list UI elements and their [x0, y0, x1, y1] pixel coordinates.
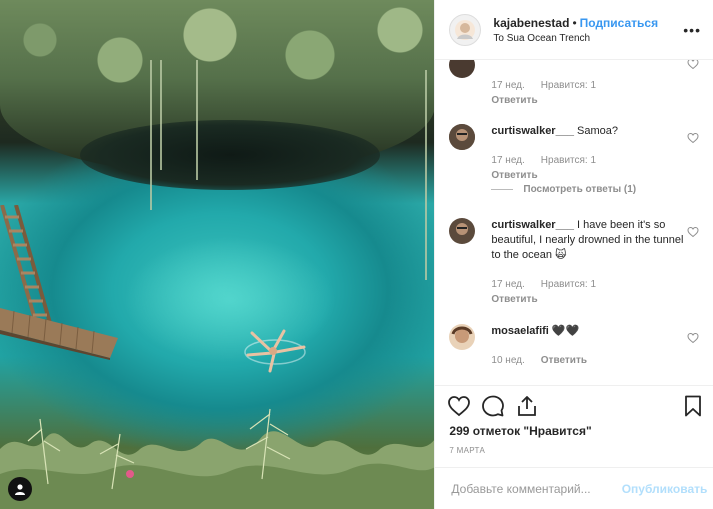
post-header: kajabenestad • Подписаться To Sua Ocean Tr…	[435, 0, 713, 60]
heart-icon[interactable]	[687, 60, 699, 70]
reply-button[interactable]: Ответить	[491, 168, 685, 183]
heart-icon[interactable]	[447, 394, 471, 418]
comment-meta: 17 нед. Нравится: 1	[491, 153, 685, 168]
reply-button[interactable]: Ответить	[491, 292, 685, 307]
comment-body: curtiswalker___ Samoa? 17 нед. Нравится: …	[491, 124, 685, 183]
follow-button[interactable]: Подписаться	[580, 16, 658, 30]
comment-time[interactable]: 17 нед.	[491, 155, 524, 166]
view-replies-label[interactable]: Посмотреть ответы (1)	[523, 184, 636, 195]
comment-username[interactable]: curtiswalker___	[491, 219, 574, 231]
add-comment-bar: Опубликовать	[435, 467, 713, 509]
reply-button[interactable]: Ответить	[491, 93, 685, 108]
swimmers	[244, 329, 306, 373]
comment-username[interactable]: curtiswalker___	[491, 125, 574, 137]
avatar-image	[455, 19, 476, 40]
avatar-image	[449, 218, 476, 244]
separator-dot: •	[572, 16, 577, 31]
commenter-avatar[interactable]	[449, 124, 476, 150]
comment-input[interactable]	[449, 480, 622, 497]
comment-likes[interactable]: Нравится: 1	[541, 155, 596, 166]
user-icon	[15, 484, 25, 495]
cave-shadow	[80, 120, 380, 190]
hanging-vine	[160, 60, 162, 170]
hanging-vine	[150, 60, 152, 210]
comment-likes[interactable]: Нравится: 1	[541, 279, 596, 290]
publish-button[interactable]: Опубликовать	[622, 482, 708, 496]
tagged-users-button[interactable]	[8, 477, 32, 501]
avatar-image	[449, 324, 476, 350]
post-modal: kajabenestad • Подписаться To Sua Ocean Tr…	[0, 0, 713, 509]
comment-time[interactable]: 17 нед.	[491, 279, 524, 290]
more-icon[interactable]: •••	[683, 22, 701, 38]
commenter-avatar[interactable]	[449, 60, 476, 78]
commenter-avatar[interactable]	[449, 218, 476, 244]
hanging-vine	[196, 60, 198, 180]
heart-icon[interactable]	[687, 226, 699, 238]
author-avatar[interactable]	[449, 13, 482, 46]
post-photo[interactable]	[0, 0, 435, 509]
bookmark-icon[interactable]	[681, 394, 705, 418]
location-link[interactable]: To Sua Ocean Trench	[493, 33, 683, 46]
commenter-avatar[interactable]	[449, 324, 476, 350]
comments-list[interactable]: 17 нед. Нравится: 1 Ответить curtiswalker…	[435, 60, 713, 385]
view-replies-button[interactable]: Посмотреть ответы (1)	[491, 184, 636, 195]
comment-likes[interactable]: Нравится: 1	[541, 80, 596, 91]
hanging-vine	[425, 70, 427, 280]
comment-meta: 10 нед. Ответить	[491, 353, 685, 368]
author-username[interactable]: kajabenestad	[493, 16, 569, 30]
comment-text: 🖤🖤	[551, 325, 580, 337]
comment-time[interactable]: 17 нед.	[491, 80, 524, 91]
comment-icon[interactable]	[481, 394, 505, 418]
header-text: kajabenestad • Подписаться To Sua Ocean Tr…	[493, 13, 683, 46]
post-sidebar: kajabenestad • Подписаться To Sua Ocean Tr…	[434, 0, 713, 509]
wooden-platform	[0, 308, 118, 360]
comment-body: curtiswalker___ I have been it's so beau…	[491, 218, 685, 307]
post-actions: 299 отметок "Нравится" 7 МАРТА	[435, 385, 713, 455]
comment-username[interactable]: mosaelafifi	[491, 325, 548, 337]
heart-icon[interactable]	[687, 332, 699, 344]
comment-meta: 17 нед. Нравится: 1	[491, 277, 685, 292]
post-date: 7 МАРТА	[449, 446, 486, 455]
comment-body: 17 нед. Нравится: 1 Ответить	[491, 78, 685, 108]
action-bar	[435, 386, 713, 424]
reply-button[interactable]: Ответить	[541, 355, 587, 366]
avatar-image	[449, 124, 476, 150]
comment-time[interactable]: 10 нед.	[491, 355, 524, 366]
comment-body: mosaelafifi 🖤🖤 10 нед. Ответить	[491, 324, 685, 368]
heart-icon[interactable]	[687, 132, 699, 144]
share-icon[interactable]	[515, 394, 539, 418]
replies-line	[491, 189, 514, 190]
likes-count[interactable]: 299 отметок "Нравится"	[449, 424, 591, 438]
foreground-foliage	[0, 408, 435, 509]
comment-meta: 17 нед. Нравится: 1	[491, 78, 685, 93]
comment-text: Samoa?	[577, 125, 618, 137]
